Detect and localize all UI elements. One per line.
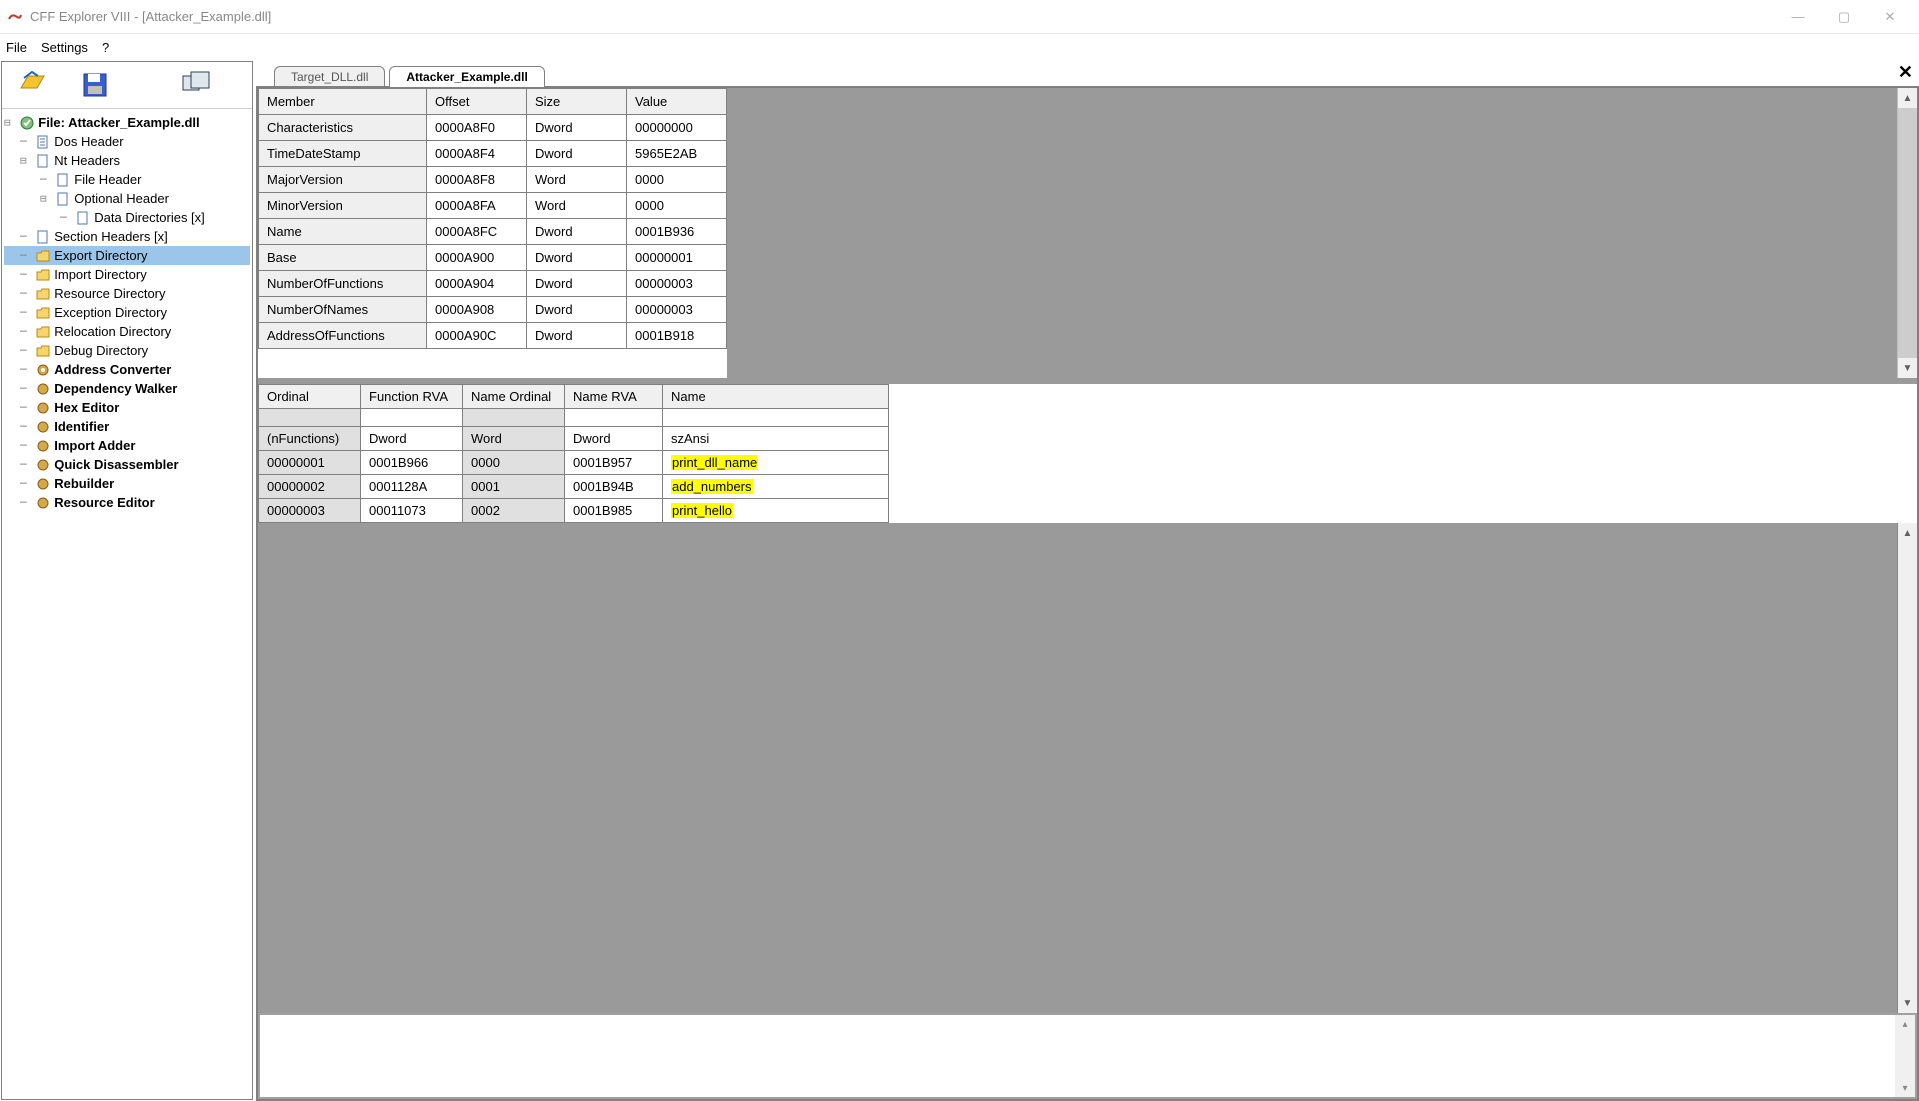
toolbar bbox=[2, 62, 252, 108]
left-panel: ⊟ File: Attacker_Example.dll ─ Dos Heade… bbox=[1, 61, 253, 1100]
file-root-icon bbox=[19, 115, 35, 131]
members-table[interactable]: Member Offset Size Value Characteristics… bbox=[258, 88, 727, 378]
tree-import-directory[interactable]: ─ Import Directory bbox=[4, 265, 250, 284]
window-title: CFF Explorer VIII - [Attacker_Example.dl… bbox=[30, 9, 271, 24]
folder-icon bbox=[35, 286, 51, 302]
table-row[interactable]: AddressOfFunctions0000A90CDword0001B918 bbox=[259, 323, 727, 349]
upper-scrollbar[interactable]: ▲ ▼ bbox=[1897, 88, 1917, 378]
menu-settings[interactable]: Settings bbox=[41, 40, 88, 55]
scroll-up-icon[interactable]: ▴ bbox=[1895, 1015, 1915, 1033]
folder-icon bbox=[35, 305, 51, 321]
table-row[interactable]: 000000010001B96600000001B957print_dll_na… bbox=[259, 451, 889, 475]
tool-icon bbox=[35, 457, 51, 473]
tree-resource-editor[interactable]: ─ Resource Editor bbox=[4, 493, 250, 512]
page-icon bbox=[35, 229, 51, 245]
folder-icon bbox=[35, 324, 51, 340]
col-ordinal[interactable]: Ordinal bbox=[259, 385, 361, 409]
table-row[interactable]: NumberOfNames0000A908Dword00000003 bbox=[259, 297, 727, 323]
tab-close-button[interactable]: ✕ bbox=[1898, 62, 1913, 83]
table-row[interactable]: Base0000A900Dword00000001 bbox=[259, 245, 727, 271]
tab-attacker-example[interactable]: Attacker_Example.dll bbox=[389, 66, 544, 87]
tool-icon bbox=[35, 419, 51, 435]
exports-table[interactable]: Ordinal Function RVA Name Ordinal Name R… bbox=[258, 384, 1917, 523]
windows-icon[interactable] bbox=[180, 68, 214, 102]
tool-icon bbox=[35, 476, 51, 492]
menubar: File Settings ? bbox=[0, 34, 1919, 60]
tree-relocation-directory[interactable]: ─ Relocation Directory bbox=[4, 322, 250, 341]
tree-address-converter[interactable]: ─ Address Converter bbox=[4, 360, 250, 379]
col-offset[interactable]: Offset bbox=[427, 89, 527, 115]
content-area: Member Offset Size Value Characteristics… bbox=[256, 86, 1919, 1101]
tree-root[interactable]: ⊟ File: Attacker_Example.dll bbox=[4, 113, 250, 132]
tree-file-header[interactable]: ─ File Header bbox=[4, 170, 250, 189]
tree-rebuilder[interactable]: ─ Rebuilder bbox=[4, 474, 250, 493]
menu-help[interactable]: ? bbox=[102, 40, 109, 55]
tree-nt-headers[interactable]: ⊟ Nt Headers bbox=[4, 151, 250, 170]
page-icon bbox=[55, 172, 71, 188]
tree-view[interactable]: ⊟ File: Attacker_Example.dll ─ Dos Heade… bbox=[2, 108, 252, 1099]
scroll-up-icon[interactable]: ▲ bbox=[1898, 88, 1917, 108]
tree-identifier[interactable]: ─ Identifier bbox=[4, 417, 250, 436]
tool-icon bbox=[35, 438, 51, 454]
tool-icon bbox=[35, 495, 51, 511]
table-row[interactable]: TimeDateStamp0000A8F4Dword5965E2AB bbox=[259, 141, 727, 167]
tree-section-headers[interactable]: ─ Section Headers [x] bbox=[4, 227, 250, 246]
col-name-ordinal[interactable]: Name Ordinal bbox=[463, 385, 565, 409]
table-row[interactable]: NumberOfFunctions0000A904Dword00000003 bbox=[259, 271, 727, 297]
output-panel[interactable]: ▴ ▾ bbox=[258, 1013, 1917, 1099]
table-row[interactable]: MajorVersion0000A8F8Word0000 bbox=[259, 167, 727, 193]
col-value[interactable]: Value bbox=[627, 89, 727, 115]
tree-exception-directory[interactable]: ─ Exception Directory bbox=[4, 303, 250, 322]
col-name[interactable]: Name bbox=[663, 385, 889, 409]
tree-hex-editor[interactable]: ─ Hex Editor bbox=[4, 398, 250, 417]
table-row[interactable]: Characteristics0000A8F0Dword00000000 bbox=[259, 115, 727, 141]
page-icon bbox=[35, 153, 51, 169]
page-icon bbox=[75, 210, 91, 226]
lower-scrollbar[interactable]: ▲ ▼ bbox=[1897, 523, 1917, 1013]
table-row[interactable]: 000000030001107300020001B985print_hello bbox=[259, 499, 889, 523]
tree-quick-disassembler[interactable]: ─ Quick Disassembler bbox=[4, 455, 250, 474]
save-file-icon[interactable] bbox=[78, 68, 112, 102]
output-scrollbar[interactable]: ▴ ▾ bbox=[1895, 1015, 1915, 1097]
tree-import-adder[interactable]: ─ Import Adder bbox=[4, 436, 250, 455]
scroll-up-icon[interactable]: ▲ bbox=[1898, 523, 1917, 543]
scroll-down-icon[interactable]: ▼ bbox=[1898, 358, 1917, 378]
tool-icon bbox=[35, 362, 51, 378]
scroll-down-icon[interactable]: ▾ bbox=[1895, 1079, 1915, 1097]
table-row[interactable]: MinorVersion0000A8FAWord0000 bbox=[259, 193, 727, 219]
col-name-rva[interactable]: Name RVA bbox=[565, 385, 663, 409]
tree-data-directories[interactable]: ─ Data Directories [x] bbox=[4, 208, 250, 227]
col-size[interactable]: Size bbox=[527, 89, 627, 115]
page-icon bbox=[55, 191, 71, 207]
app-icon bbox=[6, 8, 24, 26]
tabbar: Target_DLL.dll Attacker_Example.dll ✕ bbox=[256, 60, 1919, 86]
titlebar: CFF Explorer VIII - [Attacker_Example.dl… bbox=[0, 0, 1919, 34]
tree-root-label: File: Attacker_Example.dll bbox=[38, 115, 199, 130]
tree-dos-header[interactable]: ─ Dos Header bbox=[4, 132, 250, 151]
tool-icon bbox=[35, 400, 51, 416]
tree-export-directory[interactable]: ─ Export Directory bbox=[4, 246, 250, 265]
menu-file[interactable]: File bbox=[6, 40, 27, 55]
maximize-button[interactable]: ▢ bbox=[1821, 2, 1867, 32]
col-member[interactable]: Member bbox=[259, 89, 427, 115]
tree-resource-directory[interactable]: ─ Resource Directory bbox=[4, 284, 250, 303]
page-icon bbox=[35, 134, 51, 150]
folder-open-icon bbox=[35, 248, 51, 264]
table-row[interactable]: 000000020001128A00010001B94Badd_numbers bbox=[259, 475, 889, 499]
col-function-rva[interactable]: Function RVA bbox=[361, 385, 463, 409]
open-file-icon[interactable] bbox=[16, 68, 50, 102]
tree-optional-header[interactable]: ⊟ Optional Header bbox=[4, 189, 250, 208]
minimize-button[interactable]: — bbox=[1775, 2, 1821, 32]
tree-dependency-walker[interactable]: ─ Dependency Walker bbox=[4, 379, 250, 398]
scroll-down-icon[interactable]: ▼ bbox=[1898, 993, 1917, 1013]
table-row[interactable]: Name0000A8FCDword0001B936 bbox=[259, 219, 727, 245]
scroll-thumb[interactable] bbox=[1898, 108, 1917, 358]
tool-icon bbox=[35, 381, 51, 397]
tree-debug-directory[interactable]: ─ Debug Directory bbox=[4, 341, 250, 360]
tab-target-dll[interactable]: Target_DLL.dll bbox=[274, 66, 385, 87]
right-panel: Target_DLL.dll Attacker_Example.dll ✕ Me… bbox=[254, 60, 1919, 1101]
close-window-button[interactable]: ✕ bbox=[1867, 2, 1913, 32]
folder-icon bbox=[35, 343, 51, 359]
folder-icon bbox=[35, 267, 51, 283]
